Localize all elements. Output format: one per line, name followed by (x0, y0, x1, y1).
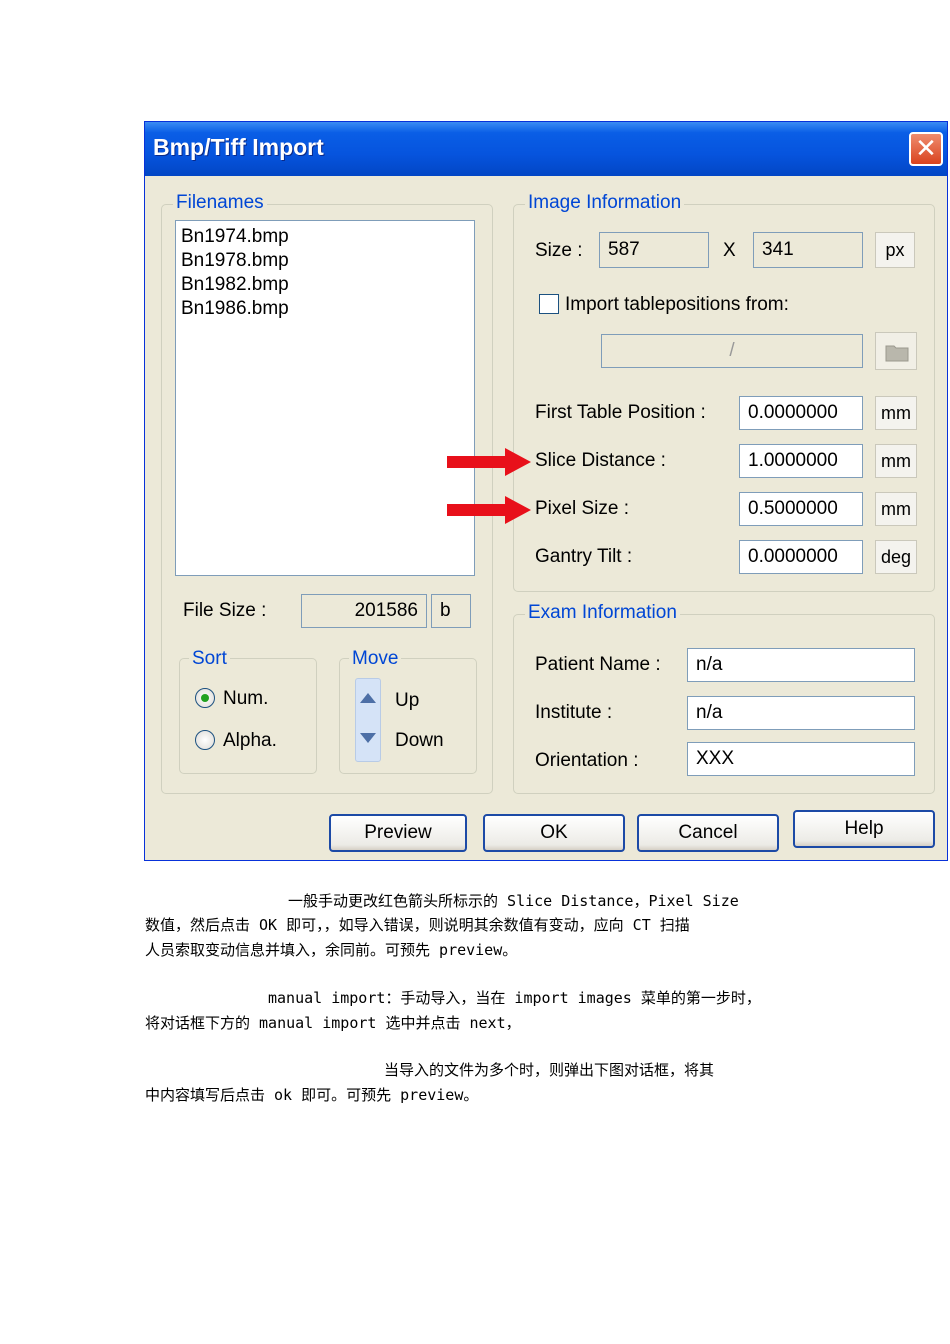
move-down-icon[interactable] (359, 732, 377, 744)
import-path-field[interactable]: / (601, 334, 863, 368)
browse-folder-button[interactable] (875, 332, 917, 370)
red-arrow-icon (447, 496, 531, 524)
help-button[interactable]: Help (793, 810, 935, 848)
move-down-button[interactable]: Down (395, 730, 444, 752)
paragraph-1-line-1: 一般手动更改红色箭头所标示的 Slice Distance，Pixel Size (288, 892, 739, 910)
file-size-unit: b (431, 594, 471, 628)
first-table-position-label: First Table Position : (535, 402, 706, 423)
size-label: Size : (535, 240, 583, 261)
sort-alpha-label[interactable]: Alpha. (223, 730, 277, 752)
pixel-size-field[interactable]: 0.5000000 (739, 492, 863, 526)
pixel-size-unit: mm (875, 492, 917, 526)
slice-distance-unit: mm (875, 444, 917, 478)
image-information-group (513, 204, 935, 592)
sort-group (179, 658, 317, 774)
sort-alpha-radio[interactable] (195, 730, 215, 750)
slice-distance-field[interactable]: 1.0000000 (739, 444, 863, 478)
import-tablepositions-label[interactable]: Import tablepositions from: (565, 294, 789, 316)
sort-num-radio[interactable] (195, 688, 215, 708)
move-up-button[interactable]: Up (395, 690, 419, 712)
ok-button[interactable]: OK (483, 814, 625, 852)
move-scroll-track (355, 678, 381, 762)
file-size-label: File Size : (183, 600, 267, 621)
list-item[interactable]: Bn1982.bmp (181, 273, 469, 297)
orientation-field[interactable]: XXX (687, 742, 915, 776)
file-size-value: 201586 (301, 594, 427, 628)
first-table-position-field[interactable]: 0.0000000 (739, 396, 863, 430)
slice-distance-label: Slice Distance : (535, 450, 666, 471)
preview-button[interactable]: Preview (329, 814, 467, 852)
paragraph-3-line-1: 当导入的文件为多个时，则弹出下图对话框，将其 (384, 1061, 715, 1079)
import-tablepositions-checkbox[interactable] (539, 294, 559, 314)
move-up-icon[interactable] (359, 692, 377, 704)
patient-name-field[interactable]: n/a (687, 648, 915, 682)
list-item[interactable]: Bn1986.bmp (181, 297, 469, 321)
gantry-tilt-label: Gantry Tilt : (535, 546, 633, 567)
title-bar[interactable]: Bmp/Tiff Import ✕ (145, 122, 947, 176)
gantry-tilt-unit: deg (875, 540, 917, 574)
window-title: Bmp/Tiff Import (153, 134, 324, 160)
list-item[interactable]: Bn1978.bmp (181, 249, 469, 273)
filenames-legend: Filenames (173, 192, 267, 214)
size-x-separator: X (723, 240, 736, 261)
red-arrow-icon (447, 448, 531, 476)
paragraph-3-line-2: 中内容填写后点击 ok 即可。可预先 preview。 (145, 1086, 479, 1104)
institute-field[interactable]: n/a (687, 696, 915, 730)
folder-icon (885, 345, 909, 362)
paragraph-1-line-3: 人员索取变动信息并填入，余同前。可预先 preview。 (145, 941, 518, 959)
image-information-legend: Image Information (525, 192, 685, 214)
paragraph-2-line-1: manual import：手动导入，当在 import images 菜单的第… (268, 989, 761, 1007)
orientation-label: Orientation : (535, 750, 639, 771)
cancel-button[interactable]: Cancel (637, 814, 779, 852)
bmp-tiff-import-dialog: Bmp/Tiff Import ✕ Filenames Bn1974.bmp B… (144, 121, 948, 861)
close-icon[interactable]: ✕ (909, 132, 943, 166)
filenames-list[interactable]: Bn1974.bmp Bn1978.bmp Bn1982.bmp Bn1986.… (175, 220, 475, 576)
exam-information-legend: Exam Information (525, 602, 680, 624)
gantry-tilt-field[interactable]: 0.0000000 (739, 540, 863, 574)
image-height-field: 341 (753, 232, 863, 268)
sort-num-label[interactable]: Num. (223, 688, 268, 710)
size-unit: px (875, 232, 915, 268)
institute-label: Institute : (535, 702, 613, 723)
paragraph-2-line-2: 将对话框下方的 manual import 选中并点击 next， (145, 1014, 521, 1032)
first-table-position-unit: mm (875, 396, 917, 430)
move-legend: Move (349, 648, 402, 670)
paragraph-1-line-2: 数值，然后点击 OK 即可，，如导入错误，则说明其余数值有变动，应向 CT 扫描 (145, 916, 690, 934)
patient-name-label: Patient Name : (535, 654, 661, 675)
pixel-size-label: Pixel Size : (535, 498, 629, 519)
image-width-field: 587 (599, 232, 709, 268)
sort-legend: Sort (189, 648, 230, 670)
list-item[interactable]: Bn1974.bmp (181, 225, 469, 249)
